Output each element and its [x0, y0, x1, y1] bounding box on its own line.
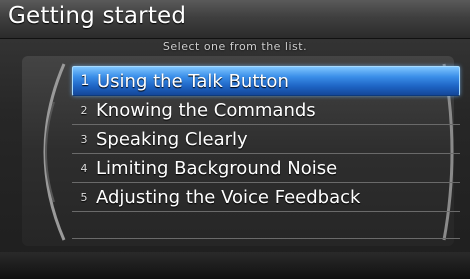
item-number: 5: [80, 190, 88, 204]
dial-arc-decoration: [43, 63, 66, 241]
item-number: 1: [80, 73, 90, 89]
item-label: Using the Talk Button: [97, 70, 289, 92]
item-label: Knowing the Commands: [96, 99, 316, 121]
item-label: Adjusting the Voice Feedback: [96, 186, 361, 208]
list-item[interactable]: 5 Adjusting the Voice Feedback: [72, 183, 460, 212]
item-label: Speaking Clearly: [96, 128, 248, 150]
item-number: 4: [80, 161, 88, 175]
list-item[interactable]: 3 Speaking Clearly: [72, 125, 460, 154]
list-item[interactable]: 4 Limiting Background Noise: [72, 154, 460, 183]
item-label: Limiting Background Noise: [96, 157, 338, 179]
navigation-screen: Getting started Select one from the list…: [0, 0, 470, 279]
item-number: 3: [80, 132, 88, 146]
instruction-text: Select one from the list.: [162, 40, 308, 53]
title-bar: Getting started: [0, 0, 470, 39]
list-item[interactable]: 1 Using the Talk Button: [72, 66, 460, 96]
item-number: 2: [80, 103, 88, 117]
page-title: Getting started: [8, 3, 187, 29]
menu-list: 1 Using the Talk Button 2 Knowing the Co…: [72, 66, 460, 266]
bottom-bar: [0, 252, 470, 279]
empty-row: [72, 212, 460, 239]
list-item[interactable]: 2 Knowing the Commands: [72, 96, 460, 125]
